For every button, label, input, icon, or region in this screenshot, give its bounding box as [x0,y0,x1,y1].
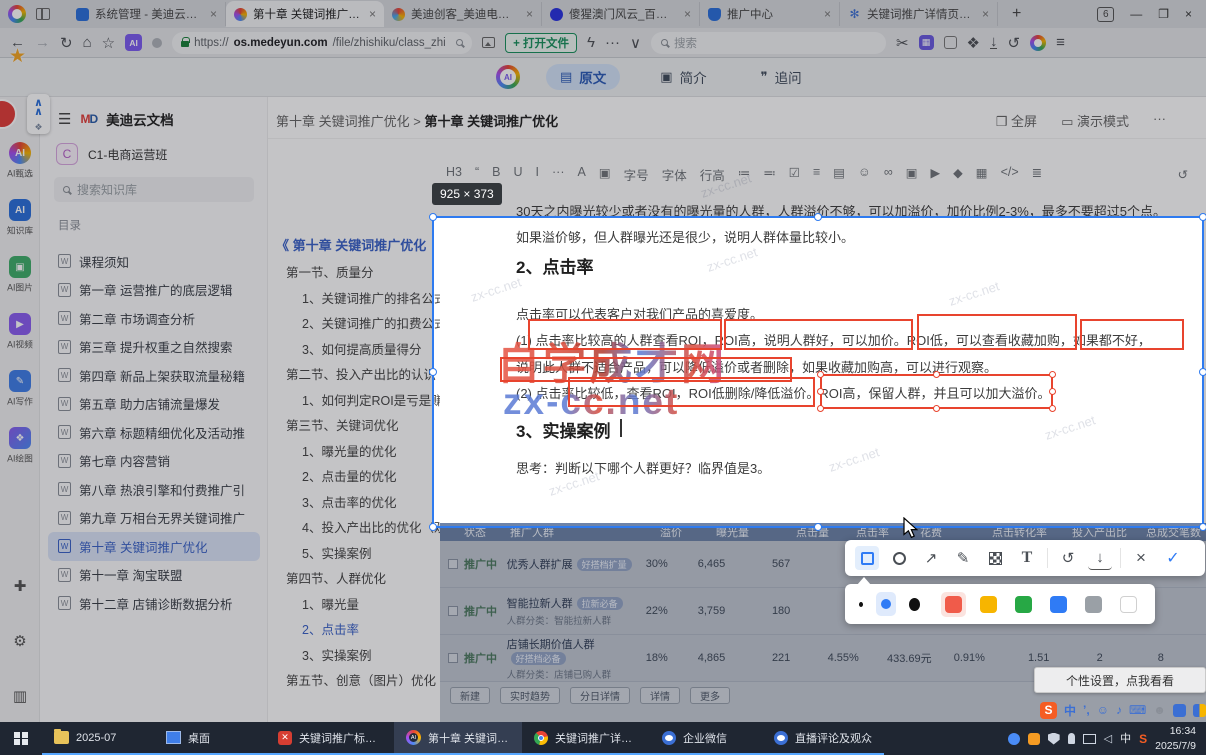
orange-app-tray-icon[interactable] [1027,732,1040,745]
display-tray-icon[interactable] [1082,733,1096,744]
color-swatch[interactable] [1116,592,1141,617]
mosaic-icon [988,551,1002,565]
stroke-dot [881,599,892,609]
rect-icon [860,551,874,565]
wecom-tray-icon[interactable] [1007,732,1020,745]
taskbar-item-keyword-plan[interactable]: ✕关键词推广标准计... [266,722,394,755]
screen: 系统管理 - 美迪云管理 × 第十章 关键词推广优化 × 美迪创客_美迪电商_美… [0,0,1206,755]
confirm-capture-button[interactable]: ✓ [1161,546,1185,570]
color-swatch[interactable] [941,591,966,617]
color-swatch[interactable] [1046,592,1071,617]
selection-handle-e[interactable] [1199,368,1206,376]
sogou-tray-icon[interactable]: S [1139,733,1147,745]
taskbar-item-desktop[interactable]: 桌面 [154,722,266,755]
skin-icon[interactable] [1172,703,1186,717]
selection-handle-nw[interactable] [429,213,437,221]
taskbar-clock[interactable]: 16:34 2025/7/9 [1155,722,1206,755]
text-tool[interactable]: T [1015,546,1039,570]
selection-handle-sw[interactable] [429,523,437,531]
stroke-size-medium-selected[interactable] [876,592,897,616]
windows-logo-icon [14,731,28,746]
color-swatch-chip [945,595,962,613]
color-swatch-chip [1120,595,1137,613]
mic-icon[interactable]: ♪ [1116,703,1122,717]
wecom-icon [662,730,676,745]
capture-dim-top [0,0,1206,216]
folder-icon [54,729,69,744]
red-app-icon: ✕ [278,730,292,745]
sogou-logo-icon[interactable]: S [1040,701,1057,719]
toolbox-grid-icon[interactable] [1192,703,1206,717]
emoji-icon[interactable]: ☺ [1097,703,1109,717]
cancel-capture-button[interactable]: × [1129,546,1153,570]
color-swatch[interactable] [1011,592,1036,617]
taskbar-item-wecom[interactable]: 企业微信 [650,722,762,755]
stroke-size-large[interactable] [909,597,920,611]
selection-handle-n[interactable] [814,213,822,221]
capture-size-label: 925 × 373 [432,183,502,205]
taskbar-item-chrome[interactable]: 关键词推广详情页... [522,722,650,755]
clock-time: 16:34 [1169,725,1196,738]
ime-indicator-icon[interactable]: 中 [1120,733,1131,745]
mosaic-tool[interactable] [983,546,1007,570]
selection-handle-w[interactable] [429,368,437,376]
ellipse-icon [892,551,906,565]
color-swatch-chip [1015,595,1032,613]
sogou-ime-bar: S 中 ’, ☺ ♪ ⌨ ☻ [1040,698,1206,722]
undo-tool[interactable]: ↺ [1056,546,1080,570]
mic-tray-icon[interactable] [1067,733,1075,744]
volume-tray-icon[interactable]: ◁ [1104,733,1112,745]
color-swatch[interactable] [976,592,1001,617]
capture-toolbar: ↗ ✎ T ↺ ↓ × ✓ [845,540,1205,576]
ellipse-tool[interactable] [887,546,911,570]
selection-handle-s[interactable] [814,523,822,531]
selection-handle-se[interactable] [1199,523,1206,531]
taskbar-item-folder[interactable]: 2025-07 [42,722,154,755]
color-swatch-chip [1050,595,1067,613]
selection-handle-ne[interactable] [1199,213,1206,221]
start-button[interactable] [0,722,42,755]
keyboard-icon[interactable]: ⌨ [1129,703,1146,717]
ime-zh-icon[interactable]: 中 [1064,702,1076,719]
save-download-tool[interactable]: ↓ [1088,546,1112,570]
divider [1047,548,1048,568]
taskbar-item-chapter10-active[interactable]: 第十章 关键词推广... [394,722,522,755]
chrome-icon [534,730,548,745]
color-swatch-chip [980,595,997,613]
pen-tool[interactable]: ✎ [951,546,975,570]
capture-dim-left [0,216,432,528]
taskbar-item-live-comments[interactable]: 直播评论及观众 [762,722,884,755]
clock-date: 2025/7/9 [1155,739,1196,752]
divider [1120,548,1121,568]
capture-color-palette [845,577,1155,624]
color-swatch-chip [1085,595,1102,613]
desktop-icon [166,731,181,744]
ai-app-icon [406,730,421,745]
windows-taskbar: 2025-07 桌面 ✕关键词推广标准计... 第十章 关键词推广... 关键词… [0,722,1206,755]
arrow-tool[interactable]: ↗ [919,546,943,570]
stroke-size-small[interactable] [859,601,864,607]
punctuation-icon[interactable]: ’, [1083,703,1090,717]
capture-selection-region[interactable] [429,213,1206,531]
wecom-icon [774,730,788,745]
color-swatch[interactable] [1081,592,1106,617]
mouse-cursor [903,517,919,539]
shield-tray-icon[interactable] [1047,732,1060,745]
sogou-tooltip: 个性设置，点我看看 [1034,667,1206,693]
rect-tool[interactable] [855,546,879,570]
system-tray: ◁ 中 S [1007,722,1155,755]
user-icon[interactable]: ☻ [1153,703,1166,717]
